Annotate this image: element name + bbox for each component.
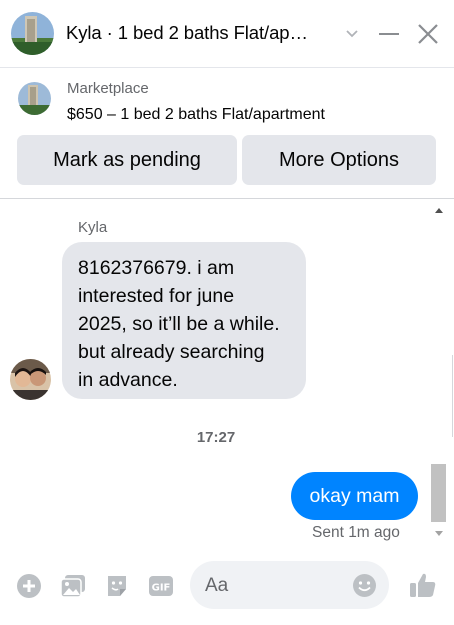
emoji-icon[interactable]: [352, 573, 377, 598]
listing-thumbnail[interactable]: [18, 82, 51, 115]
message-timestamp: 17:27: [196, 429, 236, 446]
chevron-down-icon[interactable]: [345, 26, 359, 40]
sticker-icon[interactable]: [104, 573, 130, 599]
sent-status: Sent 1m ago: [312, 524, 400, 541]
mark-as-pending-button[interactable]: Mark as pending: [17, 135, 237, 185]
avatar[interactable]: [10, 359, 51, 400]
scroll-up-arrow-icon[interactable]: [435, 208, 443, 213]
svg-text:GIF: GIF: [152, 583, 171, 594]
scrollbar-thumb[interactable]: [431, 464, 446, 522]
divider: [452, 355, 453, 437]
gif-icon[interactable]: GIF: [148, 573, 174, 599]
close-icon[interactable]: [417, 23, 439, 45]
like-icon[interactable]: [408, 570, 438, 600]
message-list[interactable]: Kyla 8162376679. i am interested for jun…: [0, 200, 454, 548]
incoming-message[interactable]: 8162376679. i am interested for june 202…: [62, 242, 306, 399]
message-input-placeholder: Aa: [205, 575, 229, 596]
marketplace-card: Marketplace $650 – 1 bed 2 baths Flat/ap…: [0, 68, 454, 199]
scroll-down-arrow-icon[interactable]: [435, 531, 443, 536]
sender-name: Kyla: [78, 219, 108, 236]
scrollbar[interactable]: [430, 200, 447, 548]
listing-avatar[interactable]: [11, 12, 54, 55]
outgoing-message[interactable]: okay mam: [291, 472, 418, 520]
minimize-icon[interactable]: [379, 33, 399, 35]
plus-icon[interactable]: [16, 573, 42, 599]
message-input[interactable]: Aa: [190, 561, 389, 609]
chat-header: Kyla · 1 bed 2 baths Flat/ap…: [0, 0, 454, 68]
composer: GIF Aa: [0, 548, 454, 625]
photo-icon[interactable]: [60, 573, 86, 599]
more-options-button[interactable]: More Options: [242, 135, 436, 185]
marketplace-label: Marketplace: [67, 80, 149, 97]
chat-title[interactable]: Kyla · 1 bed 2 baths Flat/ap…: [66, 22, 308, 44]
listing-title[interactable]: $650 – 1 bed 2 baths Flat/apartment: [67, 106, 325, 124]
